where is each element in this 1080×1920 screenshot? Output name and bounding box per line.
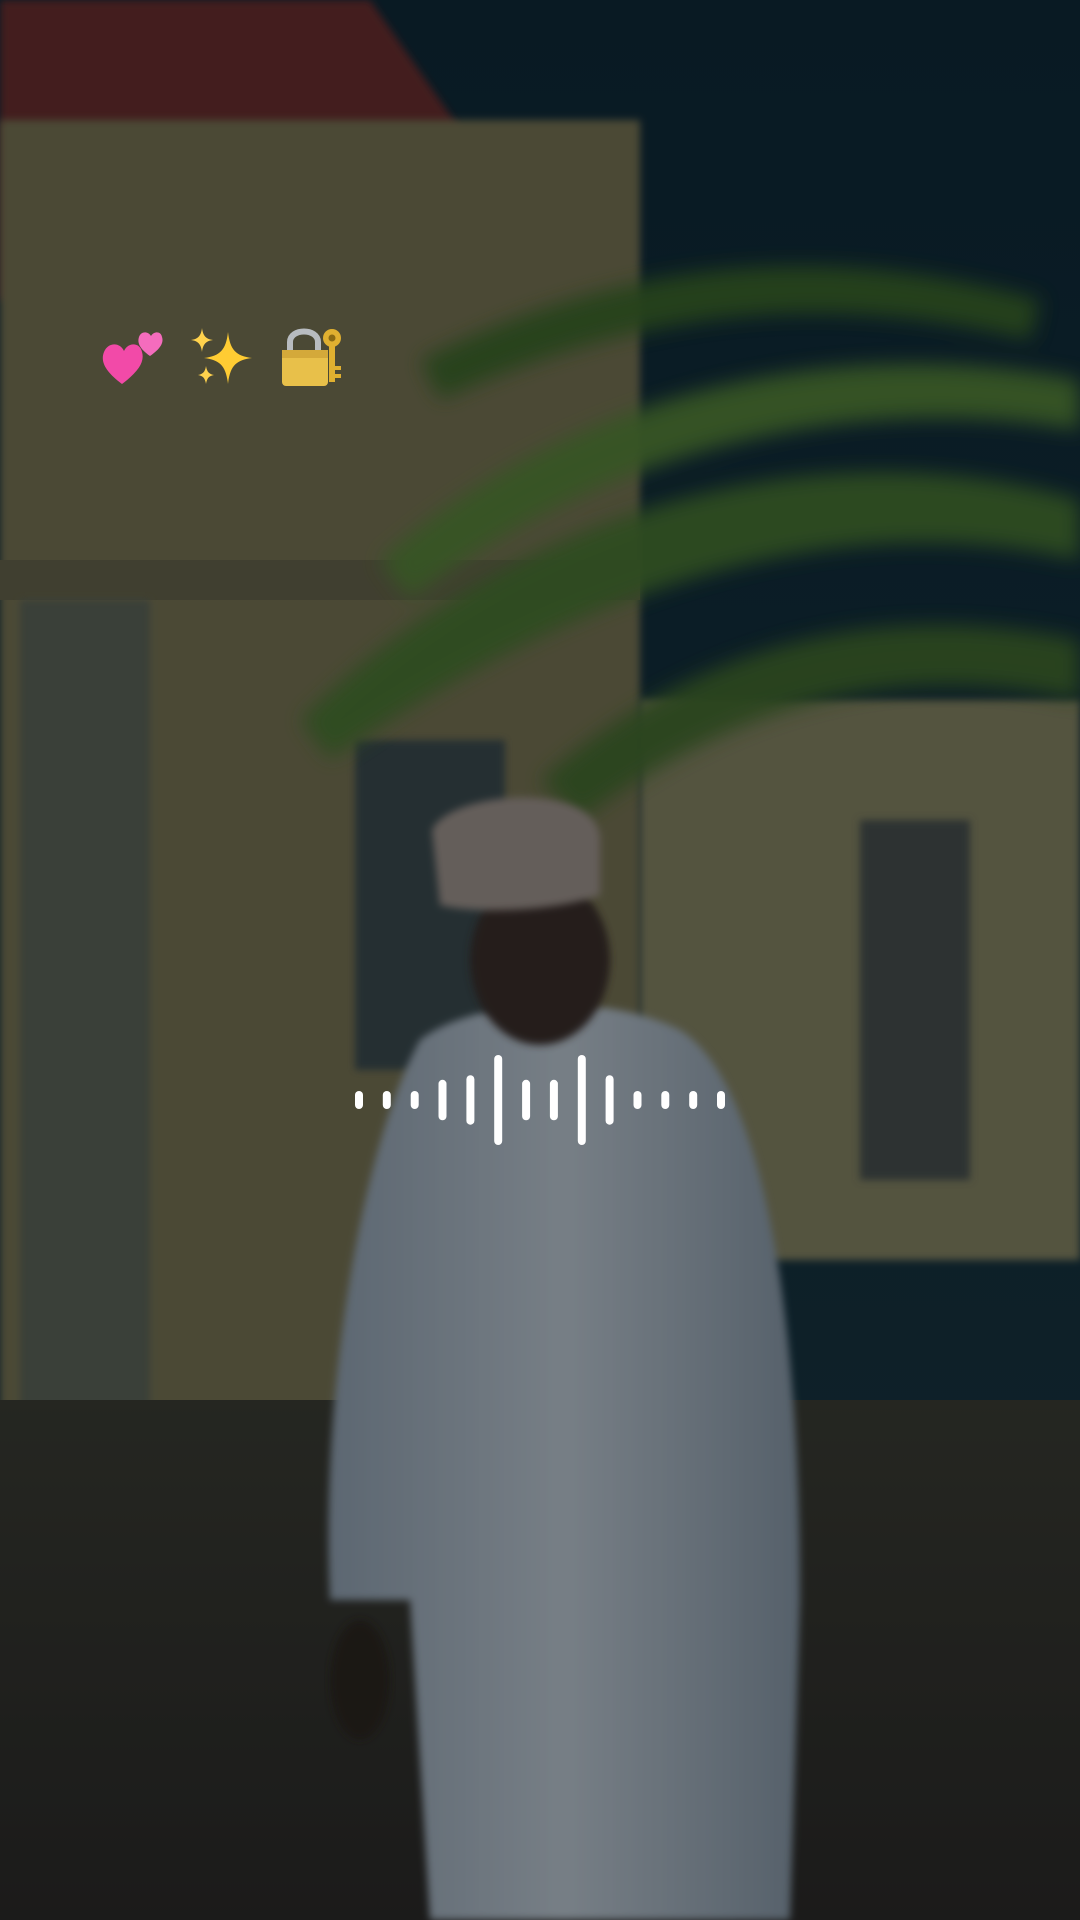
background-photo — [0, 0, 1080, 1920]
waveform-bar — [689, 1091, 698, 1109]
waveform-bar — [605, 1075, 614, 1125]
dark-overlay — [0, 0, 1080, 1920]
waveform-bar — [633, 1091, 642, 1109]
waveform-bar — [466, 1075, 475, 1125]
sparkles-icon — [188, 322, 258, 392]
waveform-bar — [438, 1079, 447, 1121]
emoji-caption — [100, 322, 346, 392]
waveform-bar — [717, 1091, 725, 1109]
waveform-bars — [355, 1055, 725, 1145]
waveform-bar — [577, 1055, 586, 1145]
waveform-bar — [661, 1091, 670, 1109]
waveform-bar — [494, 1055, 503, 1145]
two-hearts-icon — [100, 322, 170, 392]
waveform-bar — [549, 1079, 558, 1121]
waveform-bar — [382, 1091, 391, 1109]
waveform-bar — [410, 1091, 419, 1109]
waveform-bar — [522, 1079, 531, 1121]
waveform-bar — [355, 1091, 363, 1109]
locked-with-key-icon — [276, 322, 346, 392]
audio-waveform — [355, 1055, 725, 1145]
